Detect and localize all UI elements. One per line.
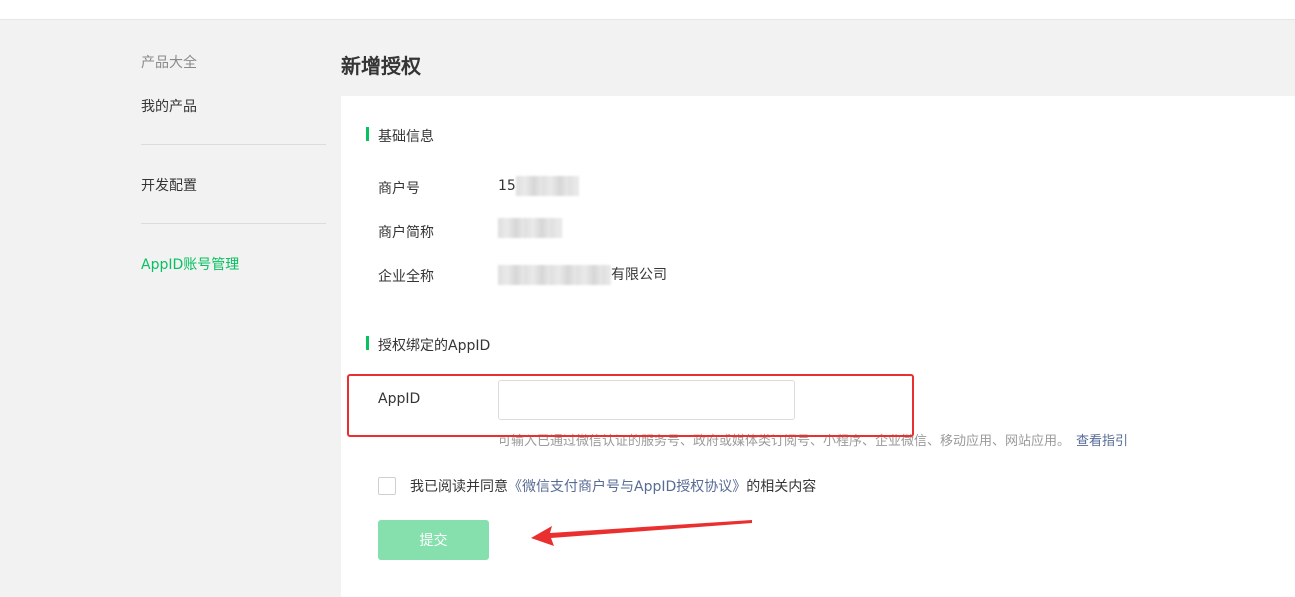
view-guide-link[interactable]: 查看指引: [1076, 434, 1128, 449]
submit-button[interactable]: 提交: [378, 520, 489, 560]
agreement-row: 我已阅读并同意 《微信支付商户号与AppID授权协议》 的相关内容: [378, 476, 816, 496]
sidebar-group-title: 产品大全: [141, 55, 197, 71]
form-panel: 基础信息 商户号 15 商户简称 企业全称 有限公司 授权绑定的AppID Ap…: [341, 96, 1295, 597]
agreement-suffix: 的相关内容: [746, 479, 817, 495]
redacted-block: [515, 176, 579, 196]
agreement-link[interactable]: 《微信支付商户号与AppID授权协议》: [508, 476, 746, 496]
sidebar-item-dev-config[interactable]: 开发配置: [141, 175, 197, 195]
agreement-prefix: 我已阅读并同意: [410, 479, 508, 495]
merchant-id-text: 15: [498, 178, 516, 194]
company-full-name-value: 有限公司: [498, 264, 667, 285]
appid-hint-text: 可输入已通过微信认证的服务号、政府或媒体类订阅号、小程序、企业微信、移动应用、网…: [498, 434, 1071, 449]
merchant-short-name-label: 商户简称: [378, 225, 434, 241]
sidebar-divider: [141, 223, 326, 224]
redacted-block: [498, 218, 562, 238]
page-title: 新增授权: [341, 54, 421, 78]
merchant-id-label: 商户号: [378, 181, 420, 197]
top-bar: [0, 0, 1295, 20]
sidebar-divider: [141, 144, 326, 145]
company-full-name-label: 企业全称: [378, 269, 434, 285]
appid-input[interactable]: [498, 380, 795, 420]
company-full-name-suffix: 有限公司: [611, 267, 667, 283]
section-title-basic-info: 基础信息: [366, 126, 434, 146]
sidebar-item-my-products[interactable]: 我的产品: [141, 96, 197, 116]
appid-hint: 可输入已通过微信认证的服务号、政府或媒体类订阅号、小程序、企业微信、移动应用、网…: [498, 430, 1128, 449]
merchant-id-value: 15: [498, 176, 579, 196]
appid-label: AppID: [378, 391, 421, 407]
redacted-block: [498, 265, 611, 285]
agreement-checkbox[interactable]: [378, 477, 396, 495]
merchant-short-name-value: [498, 218, 562, 238]
sidebar-item-appid-management[interactable]: AppID账号管理: [141, 254, 239, 274]
section-title-appid: 授权绑定的AppID: [366, 335, 490, 355]
